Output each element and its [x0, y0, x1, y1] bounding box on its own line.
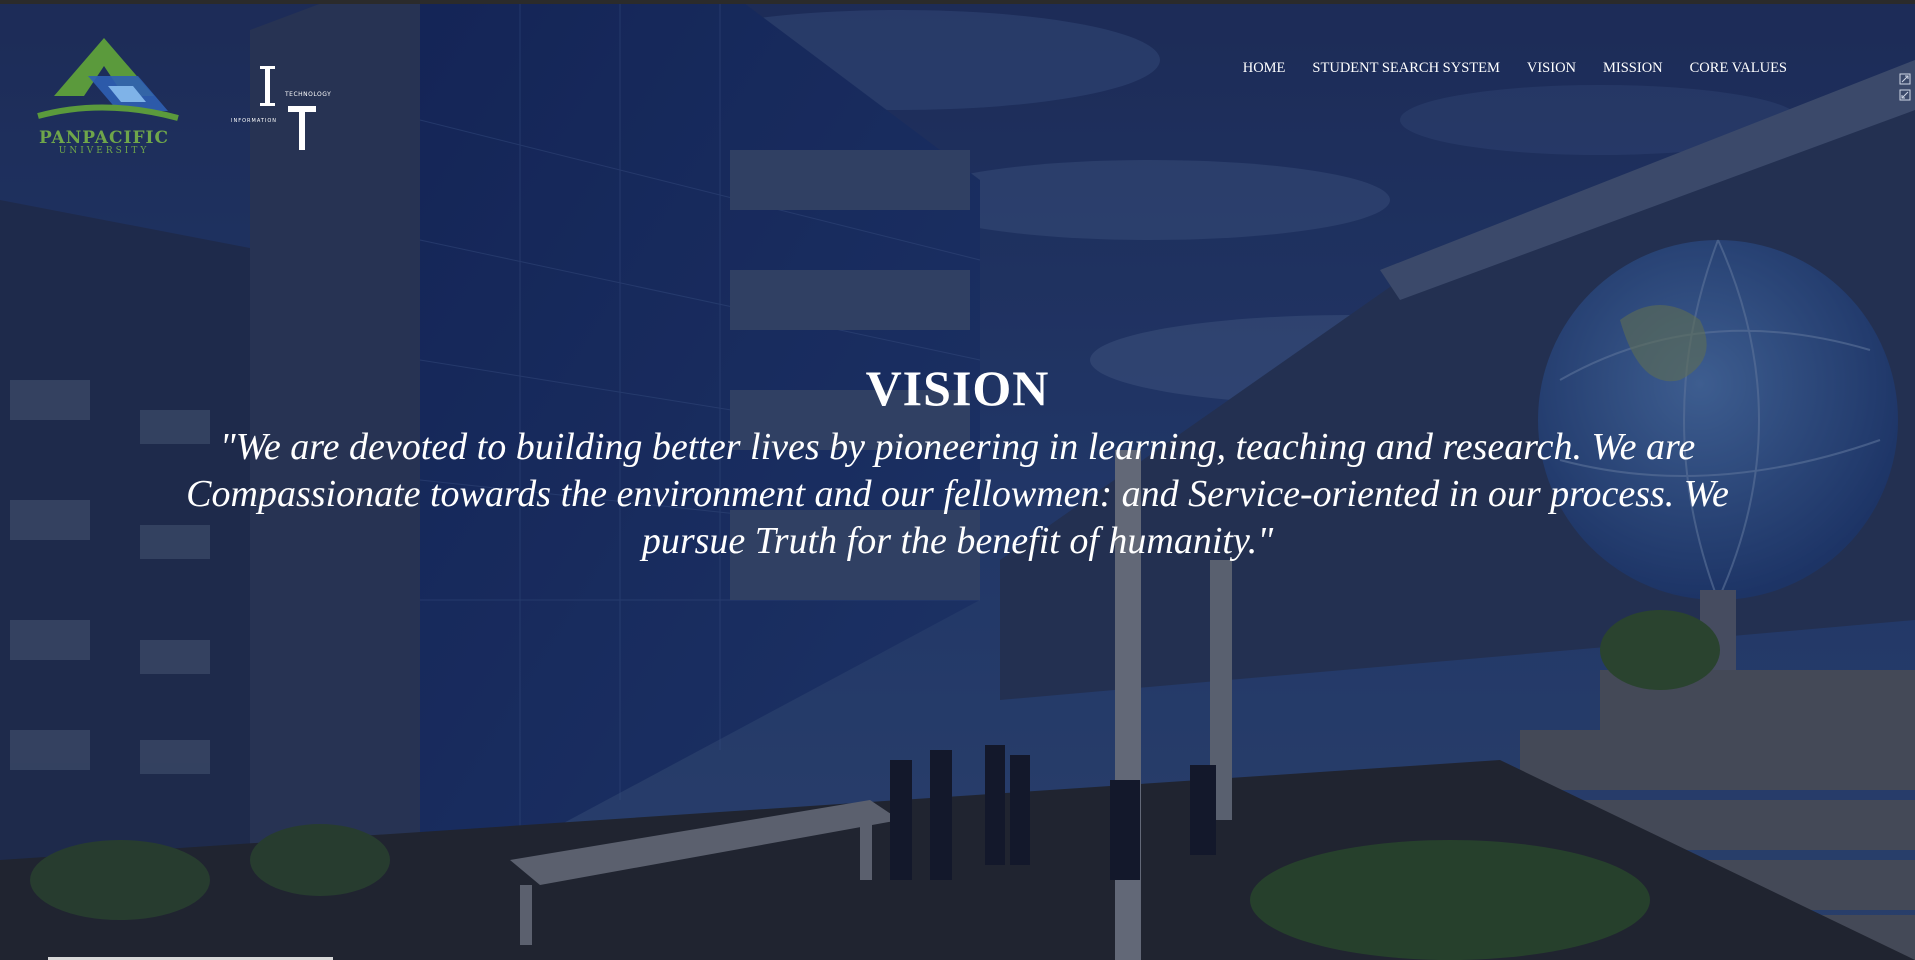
it-logo-icon [260, 66, 316, 150]
nav-mission[interactable]: MISSION [1603, 60, 1663, 77]
vision-statement: "We are devoted to building better lives… [186, 426, 1729, 562]
main-nav: HOME STUDENT SEARCH SYSTEM VISION MISSIO… [1243, 60, 1787, 77]
pup-logo-icon [37, 38, 179, 121]
page-title: VISION [865, 360, 1050, 416]
nav-home[interactable]: HOME [1243, 60, 1286, 77]
it-logo-bottom-word: INFORMATION [231, 118, 278, 124]
pup-logo-subtitle: UNIVERSITY [58, 146, 150, 156]
collapse-icon[interactable] [1899, 89, 1911, 101]
nav-student-search-system[interactable]: STUDENT SEARCH SYSTEM [1312, 60, 1499, 77]
expand-icon[interactable] [1899, 73, 1911, 85]
window-controls [1897, 72, 1915, 106]
nav-core-values[interactable]: CORE VALUES [1690, 60, 1787, 77]
it-logo-top-word: TECHNOLOGY [285, 91, 332, 98]
nav-vision[interactable]: VISION [1527, 60, 1576, 77]
pup-logo-name: PANPACIFIC [38, 128, 170, 148]
vision-section: VISION "We are devoted to building bette… [0, 352, 1915, 565]
it-logo[interactable]: TECHNOLOGY INFORMATION [228, 62, 338, 154]
pup-logo[interactable]: PANPACIFIC UNIVERSITY [28, 36, 180, 158]
hero-section: PANPACIFIC UNIVERSITY TECHNOLOGY INFORMA… [0, 0, 1915, 960]
site-header: PANPACIFIC UNIVERSITY TECHNOLOGY INFORMA… [0, 0, 1915, 170]
